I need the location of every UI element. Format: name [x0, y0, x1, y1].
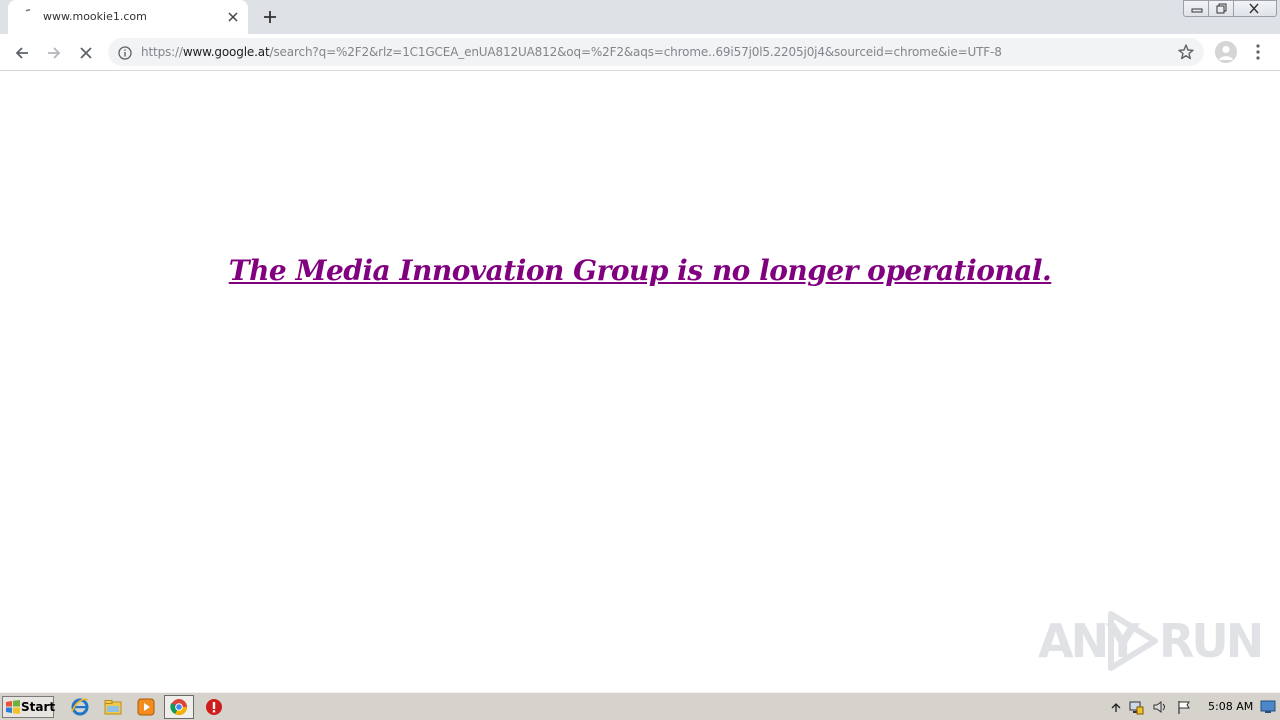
taskbar-chrome-button[interactable]: [164, 695, 194, 719]
profile-avatar-icon[interactable]: [1215, 41, 1237, 63]
menu-dots-icon[interactable]: [1250, 42, 1266, 62]
start-button[interactable]: Start: [2, 696, 56, 718]
action-center-flag-icon[interactable]: [1176, 699, 1192, 715]
page-content: The Media Innovation Group is no longer …: [0, 72, 1280, 692]
close-icon: [80, 47, 92, 59]
tab-title: www.mookie1.com: [43, 10, 147, 23]
chevron-up-icon[interactable]: [1108, 699, 1124, 715]
system-clock[interactable]: 5:08 AM: [1208, 700, 1253, 713]
url-path: /search?q=%2F2&rlz=1C1GCEA_enUA812UA812&…: [269, 45, 1002, 59]
forward-button[interactable]: [41, 40, 67, 66]
show-desktop-icon[interactable]: [1260, 699, 1276, 713]
close-window-button[interactable]: [1233, 0, 1277, 17]
stop-sign-icon[interactable]: [204, 697, 224, 717]
loading-spinner-icon: [22, 8, 38, 24]
address-bar[interactable]: https://www.google.at/search?q=%2F2&rlz=…: [108, 38, 1204, 66]
arrow-left-icon: [15, 47, 28, 59]
volume-icon[interactable]: [1152, 699, 1168, 715]
url-scheme: https://: [141, 45, 183, 59]
browser-tab[interactable]: www.mookie1.com: [8, 0, 248, 34]
file-explorer-icon[interactable]: [103, 697, 123, 717]
restore-button[interactable]: [1208, 0, 1234, 17]
browser-toolbar: https://www.google.at/search?q=%2F2&rlz=…: [0, 34, 1280, 71]
start-label: Start: [21, 700, 56, 714]
windows-logo-icon: [6, 700, 20, 714]
info-icon[interactable]: [118, 45, 132, 60]
minimize-button[interactable]: [1183, 0, 1209, 17]
internet-explorer-icon[interactable]: [70, 697, 90, 717]
stop-loading-button[interactable]: [73, 40, 99, 66]
url-host: www.google.at: [182, 45, 270, 59]
anyrun-watermark: ANY RUN: [1035, 610, 1264, 674]
network-icon[interactable]: [1128, 699, 1144, 715]
arrow-right-icon: [48, 47, 61, 59]
taskbar: Start 5:08 AM: [0, 692, 1280, 720]
bookmark-star-icon[interactable]: [1177, 43, 1195, 61]
new-tab-button[interactable]: [259, 6, 281, 28]
chrome-icon: [170, 699, 187, 715]
back-button[interactable]: [9, 40, 35, 66]
url-text[interactable]: https://www.google.at/search?q=%2F2&rlz=…: [141, 45, 1002, 59]
tab-strip: www.mookie1.com: [0, 0, 1280, 34]
watermark-text-right: RUN: [1159, 614, 1264, 668]
play-icon: [1108, 611, 1158, 671]
tab-close-button[interactable]: [224, 8, 242, 26]
media-player-icon[interactable]: [136, 697, 156, 717]
discontinued-message-link[interactable]: The Media Innovation Group is no longer …: [0, 254, 1280, 287]
